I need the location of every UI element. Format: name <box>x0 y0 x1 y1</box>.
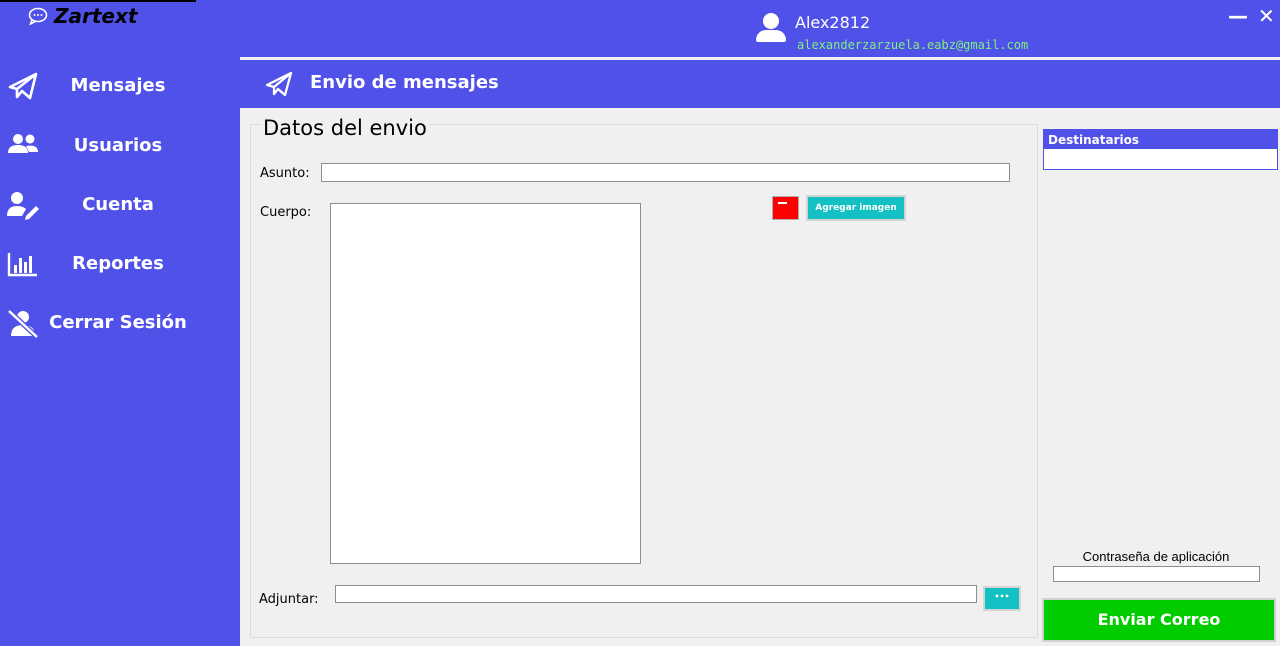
minimize-button[interactable]: — <box>1228 4 1248 28</box>
sidebar: Mensajes Usuarios Cuenta Reportes Cerrar… <box>0 57 240 646</box>
chat-bubble-icon <box>28 7 48 25</box>
title-bar-strip <box>0 0 196 2</box>
subject-input[interactable] <box>321 163 1010 182</box>
send-email-button[interactable]: Enviar Correo <box>1042 598 1276 642</box>
close-button[interactable]: ✕ <box>1258 4 1275 28</box>
title-bar <box>0 0 1280 57</box>
group-title: Datos del envio <box>261 116 429 140</box>
sidebar-item-label: Reportes <box>72 253 164 274</box>
sidebar-item-usuarios[interactable]: Usuarios <box>0 123 240 173</box>
sidebar-item-label: Cuenta <box>82 194 154 215</box>
attach-input[interactable] <box>335 585 977 603</box>
sidebar-item-cerrar-sesion[interactable]: Cerrar Sesión <box>0 300 240 350</box>
sidebar-item-label: Usuarios <box>73 135 163 156</box>
recipients-list[interactable]: Destinatarios <box>1043 129 1278 170</box>
image-preview <box>772 196 799 220</box>
body-label: Cuerpo: <box>260 205 312 220</box>
app-password-label: Contraseña de aplicación <box>1082 549 1230 564</box>
attach-label: Adjuntar: <box>259 592 319 607</box>
sidebar-item-label: Cerrar Sesión <box>49 312 187 333</box>
add-image-button[interactable]: Agregar imagen <box>806 195 906 221</box>
user-name: Alex2812 <box>795 13 871 32</box>
user-avatar <box>756 11 796 43</box>
section-header: Envio de mensajes <box>240 60 1280 108</box>
body-textarea[interactable] <box>330 203 641 564</box>
sidebar-item-cuenta[interactable]: Cuenta <box>0 182 240 232</box>
app-title: Zartext <box>28 4 137 28</box>
app-title-text: Zartext <box>54 4 138 28</box>
user-icon <box>756 11 786 43</box>
sidebar-item-reportes[interactable]: Reportes <box>0 241 240 291</box>
recipients-header: Destinatarios <box>1044 130 1277 149</box>
user-email: alexanderzarzuela.eabz@gmail.com <box>797 38 1029 52</box>
subject-label: Asunto: <box>260 166 310 181</box>
paper-plane-icon <box>265 71 293 97</box>
app-password-input[interactable] <box>1053 566 1260 582</box>
sidebar-item-mensajes[interactable]: Mensajes <box>0 63 240 113</box>
sidebar-item-label: Mensajes <box>70 75 166 96</box>
browse-button[interactable]: ••• <box>983 586 1021 611</box>
section-title: Envio de mensajes <box>310 72 499 93</box>
